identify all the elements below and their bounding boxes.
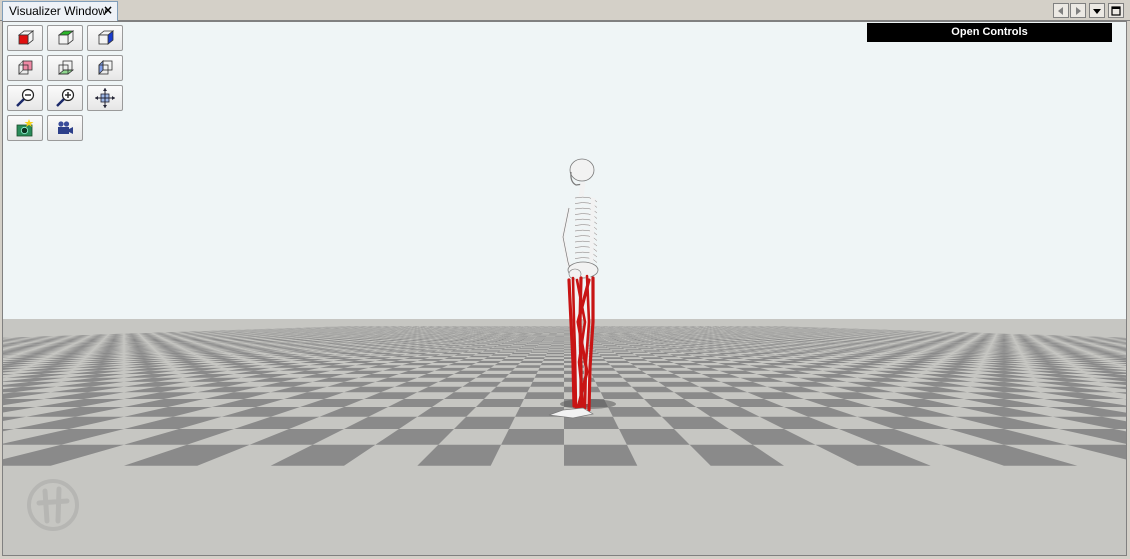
floor-tile: [598, 342, 612, 343]
floor-tile: [480, 342, 495, 343]
floor-tile: [594, 339, 605, 340]
maximize-button[interactable]: [1108, 3, 1124, 18]
floor-tile: [621, 342, 636, 343]
floor-tile: [631, 338, 643, 339]
floor-tile: [492, 339, 504, 340]
3d-viewport[interactable]: Open Controls: [2, 21, 1127, 556]
floor-tile: [552, 342, 564, 343]
floor-tile: [517, 341, 531, 343]
floor-tile: [611, 338, 623, 339]
window-menu-button[interactable]: [1089, 3, 1105, 18]
floor-tile: [637, 340, 650, 341]
floor-tile: [528, 342, 541, 343]
floor-tile: [485, 341, 498, 342]
floor-tile: [619, 341, 632, 342]
floor-tile: [504, 342, 518, 343]
floor-tile: [542, 340, 554, 341]
floor-tile: [595, 340, 607, 341]
scroll-left-button[interactable]: [1053, 3, 1069, 18]
floor-tile: [494, 341, 508, 343]
tab-label: Visualizer Window: [9, 4, 107, 18]
floor-tile: [522, 339, 534, 340]
floor-tile: [520, 340, 532, 341]
floor-tile: [498, 340, 511, 341]
floor-tile: [625, 339, 638, 340]
floor-tile: [597, 341, 610, 342]
dropdown-icon: [1093, 8, 1101, 14]
tab-visualizer-window[interactable]: Visualizer Window ×: [2, 1, 118, 21]
floor-tile: [476, 340, 489, 341]
floor-tile: [614, 339, 626, 340]
floor-tile: [480, 339, 493, 340]
tab-strip: Visualizer Window ×: [0, 0, 1130, 21]
floor-tile: [641, 341, 655, 342]
scroll-right-button[interactable]: [1070, 3, 1086, 18]
floor-tile: [471, 341, 485, 343]
floor-tile: [495, 338, 507, 339]
floor-tile: [510, 340, 523, 341]
floor-tile: [515, 338, 526, 339]
floor-tile: [609, 341, 622, 343]
floor-tile: [634, 339, 646, 340]
floor-tile: [533, 339, 544, 340]
maximize-icon: [1111, 5, 1121, 16]
floor-tile: [604, 339, 617, 340]
floor-tile: [554, 338, 564, 339]
floor-tile: [553, 340, 564, 341]
floor-tile: [592, 338, 604, 339]
scroll-right-icon: [1076, 6, 1081, 15]
floor-tile: [553, 339, 564, 340]
floor-tile: [628, 340, 641, 341]
floor-tile: [512, 339, 524, 340]
floor-tile: [540, 341, 553, 343]
floor-tile: [534, 338, 545, 339]
3d-scene[interactable]: [3, 22, 1126, 555]
floor-tile: [616, 340, 629, 341]
floor-tile: [531, 340, 543, 341]
floor-tile: [530, 341, 542, 342]
floor-tile: [631, 341, 646, 343]
floor-tile: [501, 339, 513, 340]
floor-tile: [476, 338, 488, 339]
floor-tile: [606, 340, 619, 341]
close-icon[interactable]: ×: [103, 3, 113, 17]
floor-tile: [507, 341, 520, 342]
floor-tile: [471, 339, 484, 340]
floor-tile: [543, 339, 554, 340]
visualizer-window: Visualizer Window × Open Controls: [0, 0, 1130, 559]
scroll-left-icon: [1058, 6, 1063, 15]
floor-tile: [488, 340, 502, 341]
floor-tile: [552, 341, 564, 342]
sky: [3, 22, 1126, 322]
